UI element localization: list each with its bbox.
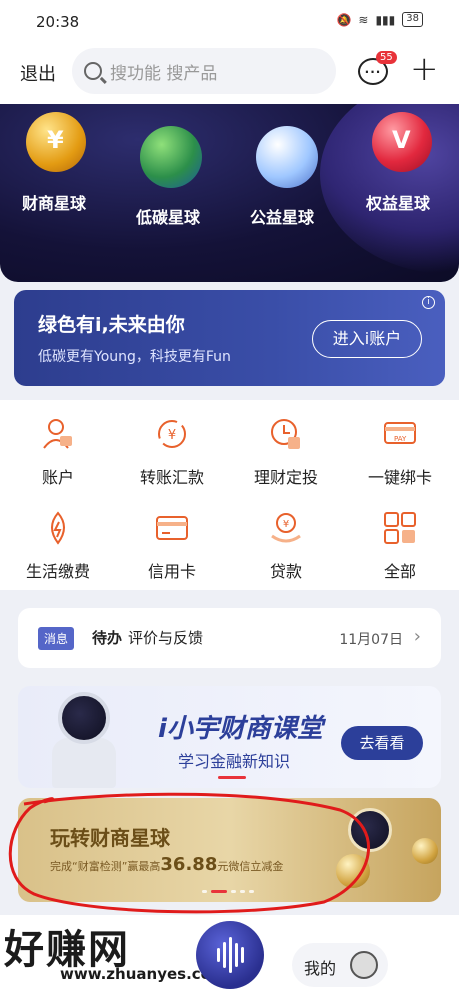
notice-date: 11月07日 <box>339 632 403 648</box>
info-icon[interactable]: i <box>422 296 435 309</box>
grid-label: 转账汇款 <box>139 468 204 487</box>
yuan-glyph: ¥ <box>47 126 64 154</box>
grid-item-loan[interactable]: ¥ 贷款 <box>236 494 336 584</box>
enter-i-account-button[interactable]: 进入i账户 <box>312 320 422 358</box>
grid-label: 一键绑卡 <box>367 468 432 487</box>
bottom-nav: 好赚网 www.zhuanyes.com 我的 <box>0 915 459 1000</box>
planet-banner: ¥ 财商星球 低碳星球 公益星球 V 权益星球 <box>0 104 459 282</box>
svg-text:¥: ¥ <box>168 428 176 443</box>
credit-card-icon <box>156 516 188 540</box>
grid-label: 贷款 <box>269 562 302 581</box>
function-grid: 账户 ¥ 转账汇款 理财定投 PAY 一键绑卡 生活缴费 信用卡 ¥ 贷款 全部 <box>0 400 459 590</box>
mute-icon: 🔕 <box>336 12 352 27</box>
course-subtitle: 学习金融新知识 <box>178 752 291 771</box>
status-time: 20:38 <box>36 13 80 31</box>
notice-bar[interactable]: 消息 待办 评价与反馈 11月07日 › <box>18 608 441 668</box>
charity-planet-icon[interactable] <box>256 126 318 188</box>
status-icons: 🔕 ≋ ▮▮▮ 38 <box>336 12 423 27</box>
avatar-icon <box>350 951 378 979</box>
notice-body: 评价与反馈 <box>128 629 204 647</box>
astronaut-illustration <box>38 686 128 788</box>
voice-bar <box>240 947 244 963</box>
investment-icon <box>271 419 300 449</box>
signal-icon: ▮▮▮ <box>375 12 396 27</box>
notice-text: 待办 评价与反馈 <box>92 627 203 648</box>
account-icon <box>43 419 72 449</box>
promo-subtitle: 低碳更有Young，科技更有Fun <box>38 349 231 365</box>
svg-text:¥: ¥ <box>283 519 289 530</box>
loan-icon: ¥ <box>271 513 301 543</box>
course-banner[interactable]: i小宇财商课堂 学习金融新知识 去看看 <box>18 686 441 788</box>
planet-label-rights[interactable]: 权益星球 <box>366 190 430 214</box>
add-icon[interactable]: + <box>410 52 439 86</box>
utility-icon <box>51 511 65 545</box>
planet-label-lowcarbon[interactable]: 低碳星球 <box>136 204 200 228</box>
carousel-indicator <box>218 776 246 779</box>
planet-label-wealth[interactable]: 财商星球 <box>22 190 86 214</box>
transfer-icon: ¥ <box>158 420 186 448</box>
grid-label: 生活缴费 <box>25 562 90 581</box>
wifi-icon: ≋ <box>358 12 369 27</box>
message-badge: 55 <box>376 51 397 64</box>
voice-bar <box>228 937 232 973</box>
search-bar[interactable]: 搜功能 搜产品 <box>72 48 336 94</box>
voice-assistant-icon[interactable] <box>196 921 264 989</box>
grid-item-credit-card[interactable]: 信用卡 <box>122 494 222 584</box>
astronaut-helmet <box>58 692 110 744</box>
notice-bold: 待办 <box>92 629 123 647</box>
header: 退出 搜功能 搜产品 ··· 55 + <box>0 44 459 104</box>
search-icon <box>84 62 102 80</box>
course-title: i小宇财商课堂 <box>158 714 323 744</box>
astronaut-suit <box>52 738 116 788</box>
status-bar: 20:38 🔕 ≋ ▮▮▮ 38 <box>0 0 459 44</box>
annotation-circle <box>8 792 370 914</box>
grid-item-bind-card[interactable]: PAY 一键绑卡 <box>350 400 450 490</box>
grid-item-all[interactable]: 全部 <box>350 494 450 584</box>
svg-text:PAY: PAY <box>394 435 407 443</box>
grid-item-transfer[interactable]: ¥ 转账汇款 <box>122 400 222 490</box>
search-input[interactable]: 搜功能 搜产品 <box>110 59 217 84</box>
grid-label: 信用卡 <box>147 562 196 581</box>
grid-item-account[interactable]: 账户 <box>8 400 108 490</box>
grid-label: 全部 <box>383 562 416 581</box>
bind-card-icon: PAY <box>384 422 416 444</box>
go-see-button[interactable]: 去看看 <box>341 726 423 760</box>
grid-item-investment[interactable]: 理财定投 <box>236 400 336 490</box>
mine-label: 我的 <box>304 959 337 978</box>
v-glyph: V <box>392 126 411 154</box>
promo-title: 绿色有i,未来由你 <box>38 314 185 336</box>
grid-label: 账户 <box>41 468 74 487</box>
coin-icon <box>412 838 438 864</box>
green-promo-card[interactable]: 绿色有i,未来由你 低碳更有Young，科技更有Fun 进入i账户 i <box>14 290 445 386</box>
all-icon <box>384 512 416 544</box>
grid-label: 理财定投 <box>253 468 318 487</box>
mine-tab[interactable]: 我的 <box>292 943 388 987</box>
planet-label-charity[interactable]: 公益星球 <box>250 204 314 228</box>
battery-icon: 38 <box>402 12 423 27</box>
low-carbon-planet-icon[interactable] <box>140 126 202 188</box>
exit-button[interactable]: 退出 <box>20 60 56 86</box>
chevron-right-icon: › <box>413 626 421 647</box>
message-tag: 消息 <box>38 627 75 650</box>
voice-bar <box>234 943 238 967</box>
grid-item-utility[interactable]: 生活缴费 <box>8 494 108 584</box>
voice-bar <box>222 942 226 968</box>
voice-bar <box>216 948 220 962</box>
